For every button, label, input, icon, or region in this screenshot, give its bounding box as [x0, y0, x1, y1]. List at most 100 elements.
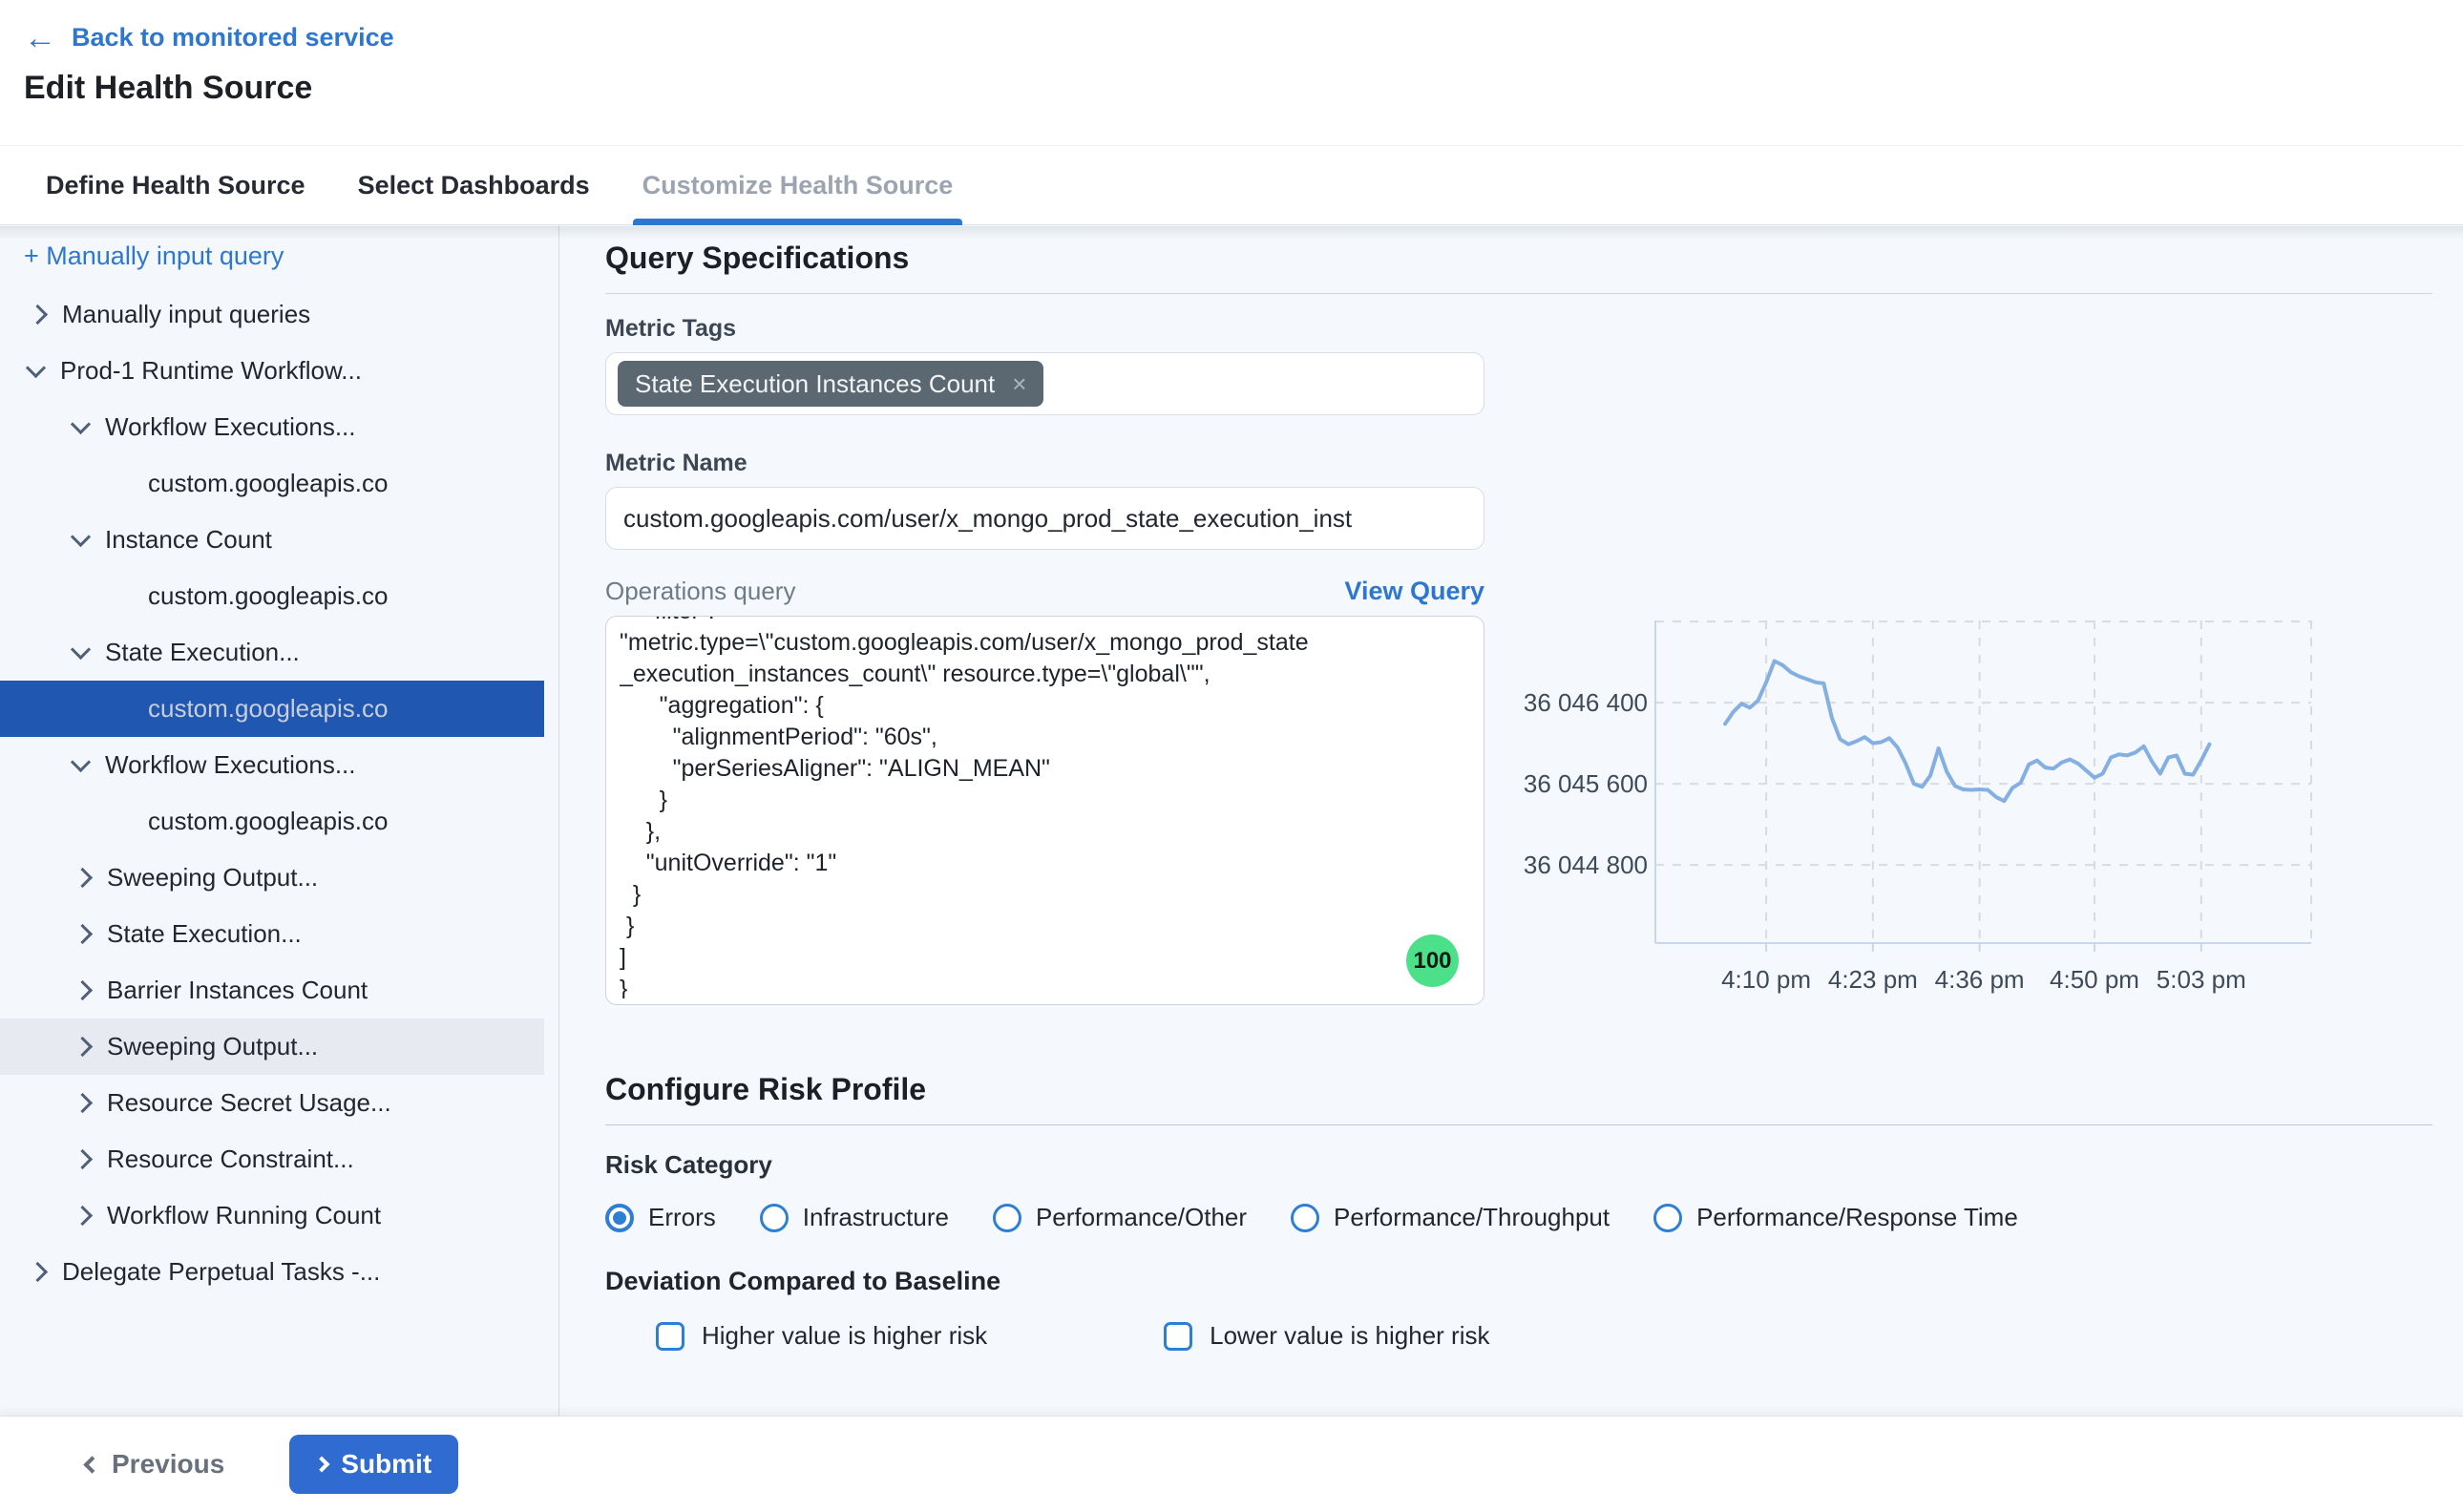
radio-icon[interactable]	[760, 1204, 789, 1232]
risk-radio-errors[interactable]: Errors	[605, 1203, 716, 1232]
tree-node[interactable]: Sweeping Output...	[0, 850, 544, 906]
tree-node[interactable]: Resource Secret Usage...	[0, 1075, 544, 1131]
svg-text:4:36 pm: 4:36 pm	[1935, 965, 2025, 994]
tree-leaf-metric[interactable]: custom.googleapis.co	[0, 793, 544, 850]
chevron-right-icon[interactable]	[73, 1206, 93, 1226]
chevron-down-icon[interactable]	[71, 752, 91, 772]
tree-node[interactable]: State Execution...	[0, 624, 544, 681]
metric-tags-label: Metric Tags	[605, 315, 2432, 343]
view-query-link[interactable]: View Query	[1344, 577, 1484, 606]
add-manual-query-link[interactable]: + Manually input query	[0, 225, 558, 286]
tree-node[interactable]: Workflow Executions...	[0, 399, 544, 455]
main-panel: Query Specifications Metric Tags State E…	[560, 225, 2463, 1416]
tree-node[interactable]: Sweeping Output...	[0, 1018, 544, 1075]
tree-node[interactable]: Instance Count	[0, 512, 544, 568]
checkbox-label: Lower value is higher risk	[1210, 1321, 1489, 1351]
query-score-badge: 100	[1406, 934, 1459, 987]
risk-category-label: Risk Category	[605, 1150, 2432, 1180]
metric-name-input[interactable]: custom.googleapis.com/user/x_mongo_prod_…	[605, 487, 1484, 550]
submit-button[interactable]: Submit	[289, 1435, 458, 1494]
chevron-right-icon[interactable]	[73, 1037, 93, 1057]
chevron-down-icon[interactable]	[26, 358, 46, 378]
svg-text:36 044 800: 36 044 800	[1524, 850, 1648, 879]
back-arrow-icon[interactable]: ←	[24, 24, 56, 52]
tree-node[interactable]: Prod-1 Runtime Workflow...	[0, 343, 544, 399]
radio-icon[interactable]	[1653, 1204, 1682, 1232]
tree-item-label: State Execution...	[105, 638, 300, 667]
tree-item-label: Resource Constraint...	[107, 1144, 354, 1174]
tree-leaf-metric[interactable]: custom.googleapis.co	[0, 455, 544, 512]
chevron-left-icon	[83, 1456, 100, 1473]
radio-selected-icon[interactable]	[605, 1204, 634, 1232]
chevron-right-icon	[314, 1457, 330, 1473]
risk-radio-performance-response-time[interactable]: Performance/Response Time	[1653, 1203, 2018, 1232]
risk-radio-performance-other[interactable]: Performance/Other	[993, 1203, 1247, 1232]
svg-text:36 046 400: 36 046 400	[1524, 688, 1648, 717]
deviation-options: Higher value is higher risk Lower value i…	[656, 1321, 2432, 1351]
tree-item-label: Resource Secret Usage...	[107, 1088, 391, 1118]
tab-bar: Define Health Source Select Dashboards Cus…	[0, 145, 2463, 225]
chevron-right-icon[interactable]	[73, 1149, 93, 1169]
tree-item-label: custom.googleapis.co	[148, 694, 388, 724]
tree-node[interactable]: Delegate Perpetual Tasks -...	[0, 1244, 544, 1300]
tree-leaf-metric[interactable]: custom.googleapis.co	[0, 681, 544, 737]
metric-tags-input[interactable]: State Execution Instances Count ×	[605, 352, 1484, 415]
page-title: Edit Health Source	[0, 52, 2463, 107]
tree-item-label: custom.googleapis.co	[148, 581, 388, 611]
checkbox-label: Higher value is higher risk	[702, 1321, 987, 1351]
chevron-right-icon[interactable]	[73, 980, 93, 1000]
radio-icon[interactable]	[1291, 1204, 1319, 1232]
configure-risk-profile-title: Configure Risk Profile	[605, 1072, 2432, 1107]
active-tab-underline	[633, 219, 963, 225]
tree-node[interactable]: Workflow Executions...	[0, 737, 544, 793]
metric-chart-svg: 36 046 400 36 045 600 36 044 800 4:10 pm 4:2…	[1507, 607, 2367, 1018]
operations-query-editor[interactable]: "filter": "metric.type=\"custom.googleap…	[605, 616, 1484, 1005]
deviation-checkbox-lower-value-is-higher-risk[interactable]: Lower value is higher risk	[1164, 1321, 1489, 1351]
tree-item-label: State Execution...	[107, 919, 302, 949]
tree-node[interactable]: Barrier Instances Count	[0, 962, 544, 1018]
divider	[605, 293, 2432, 294]
footer-bar: Previous Submit	[0, 1416, 2463, 1512]
tab-customize-health-source[interactable]: Customize Health Source	[642, 145, 954, 225]
svg-text:36 045 600: 36 045 600	[1524, 769, 1648, 798]
query-specifications-title: Query Specifications	[605, 241, 2432, 276]
tree-node[interactable]: Resource Constraint...	[0, 1131, 544, 1187]
back-link[interactable]: Back to monitored service	[72, 23, 394, 52]
submit-button-label: Submit	[341, 1449, 432, 1480]
svg-text:4:23 pm: 4:23 pm	[1828, 965, 1918, 994]
checkbox-icon[interactable]	[656, 1322, 684, 1351]
deviation-checkbox-higher-value-is-higher-risk[interactable]: Higher value is higher risk	[656, 1321, 987, 1351]
tree-item-label: custom.googleapis.co	[148, 807, 388, 836]
tree-node[interactable]: Manually input queries	[0, 286, 544, 343]
chevron-right-icon[interactable]	[73, 868, 93, 888]
tree-node[interactable]: State Execution...	[0, 906, 544, 962]
chevron-down-icon[interactable]	[71, 527, 91, 547]
chevron-right-icon[interactable]	[28, 1262, 48, 1282]
previous-button[interactable]: Previous	[86, 1449, 224, 1480]
tree-leaf-metric[interactable]: custom.googleapis.co	[0, 568, 544, 624]
metric-tag-chip-label: State Execution Instances Count	[635, 369, 995, 399]
metric-name-label: Metric Name	[605, 450, 2432, 477]
operations-query-text: "filter": "metric.type=\"custom.googleap…	[620, 616, 1426, 998]
risk-radio-infrastructure[interactable]: Infrastructure	[760, 1203, 949, 1232]
tab-define-health-source[interactable]: Define Health Source	[46, 145, 305, 225]
chevron-down-icon[interactable]	[71, 640, 91, 660]
svg-text:5:03 pm: 5:03 pm	[2157, 965, 2246, 994]
tab-select-dashboards[interactable]: Select Dashboards	[358, 145, 590, 225]
chevron-right-icon[interactable]	[28, 304, 48, 325]
tree-item-label: Prod-1 Runtime Workflow...	[60, 356, 362, 386]
previous-button-label: Previous	[112, 1449, 224, 1480]
risk-radio-performance-throughput[interactable]: Performance/Throughput	[1291, 1203, 1610, 1232]
tree-item-label: Workflow Running Count	[107, 1201, 381, 1230]
svg-text:4:10 pm: 4:10 pm	[1721, 965, 1811, 994]
chevron-right-icon[interactable]	[73, 924, 93, 944]
chevron-right-icon[interactable]	[73, 1093, 93, 1113]
deviation-label: Deviation Compared to Baseline	[605, 1267, 2432, 1296]
checkbox-icon[interactable]	[1164, 1322, 1192, 1351]
chevron-down-icon[interactable]	[71, 414, 91, 434]
chip-remove-icon[interactable]: ×	[1012, 369, 1026, 399]
radio-label: Errors	[648, 1203, 716, 1232]
tree-node[interactable]: Workflow Running Count	[0, 1187, 544, 1244]
tree-item-label: Sweeping Output...	[107, 1032, 318, 1061]
radio-icon[interactable]	[993, 1204, 1021, 1232]
